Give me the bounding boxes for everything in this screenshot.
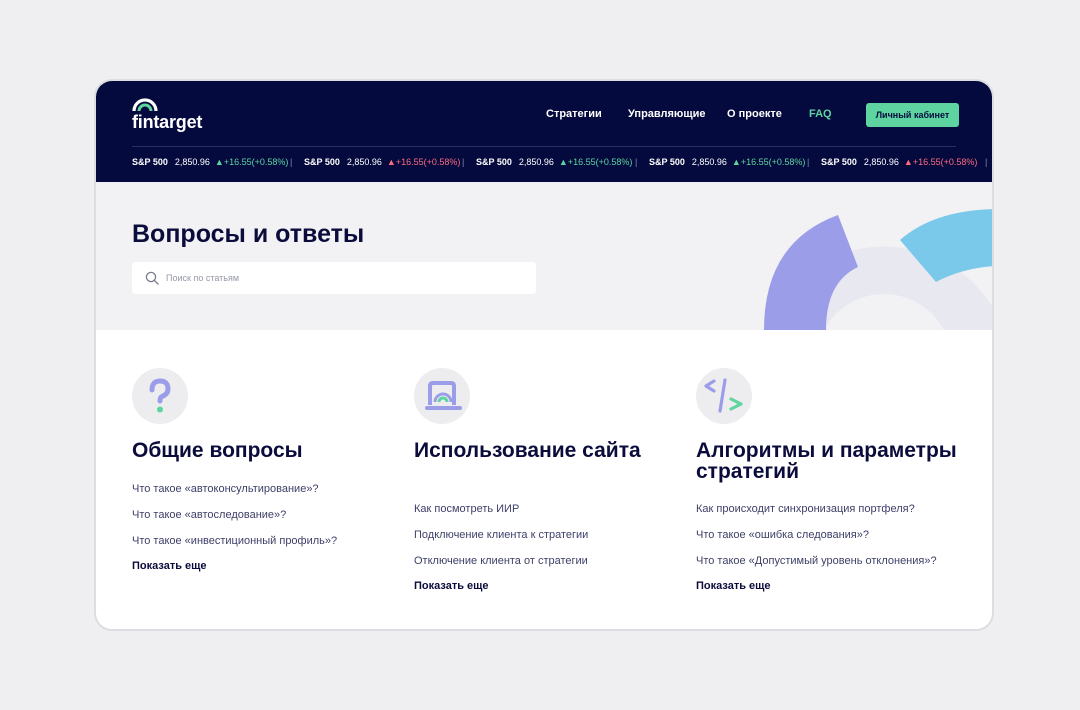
browser-window: fintarget Стратегии Управляющие О проект… — [94, 79, 994, 631]
ticker-item: | S&P 500 2,850.96 ▲+16.55(+0.58%) | — [807, 157, 988, 167]
category-links: Как происходит синхронизация портфеля? Ч… — [696, 502, 966, 592]
nav-faq[interactable]: FAQ — [809, 108, 832, 120]
category-links: Как посмотреть ИИР Подключение клиента к… — [414, 502, 684, 592]
category-links: Что такое «автоконсультирование»? Что та… — [132, 482, 402, 572]
search-icon — [145, 271, 159, 285]
question-icon — [149, 378, 171, 413]
faq-link[interactable]: Что такое «инвестиционный профиль»? — [132, 534, 402, 560]
logo-text: fintarget — [132, 112, 203, 132]
category-icon-circle — [696, 368, 752, 424]
category-icon-circle — [414, 368, 470, 424]
show-more-link[interactable]: Показать еще — [132, 560, 402, 572]
faq-link[interactable]: Подключение клиента к стратегии — [414, 528, 684, 554]
ticker-item: | S&P 500 2,850.96 ▲+16.55(+0.58%) — [290, 157, 461, 167]
ticker-separator: | — [290, 157, 293, 167]
nav-strategies[interactable]: Стратегии — [546, 108, 602, 120]
logo-arc-icon — [132, 98, 158, 111]
ticker-separator: | — [462, 157, 465, 167]
faq-link[interactable]: Что такое «автоконсультирование»? — [132, 482, 402, 508]
page-title: Вопросы и ответы — [132, 220, 365, 248]
code-icon — [704, 378, 743, 413]
category-title: Алгоритмы и параметры стратегий — [696, 439, 957, 483]
ticker-separator: | — [807, 157, 810, 167]
faq-link[interactable]: Как происходит синхронизация портфеля? — [696, 502, 966, 528]
ticker-item: | S&P 500 2,850.96 ▲+16.55(+0.58%) — [635, 157, 806, 167]
ticker-item: S&P 500 2,850.96 ▲+16.55(+0.58%) — [132, 157, 289, 167]
category-title: Общие вопросы — [132, 439, 303, 462]
search-input[interactable] — [166, 273, 526, 283]
faq-link[interactable]: Что такое «автоследование»? — [132, 508, 402, 534]
search-box[interactable] — [132, 262, 536, 294]
ticker-separator: | — [985, 157, 988, 167]
nav-managers[interactable]: Управляющие — [628, 108, 705, 120]
decorative-arcs-graphic — [764, 209, 992, 330]
faq-hero: Вопросы и ответы — [96, 182, 992, 330]
stock-ticker: S&P 500 2,850.96 ▲+16.55(+0.58%) | S&P 500… — [96, 157, 992, 171]
category-title: Использование сайта — [414, 439, 641, 462]
category-icon-circle — [132, 368, 188, 424]
header-divider — [132, 146, 956, 147]
ticker-separator: | — [635, 157, 638, 167]
ticker-item: | S&P 500 2,850.96 ▲+16.55(+0.58%) — [462, 157, 633, 167]
faq-link[interactable]: Как посмотреть ИИР — [414, 502, 684, 528]
laptop-icon — [425, 381, 462, 410]
personal-cabinet-button[interactable]: Личный кабинет — [866, 103, 959, 127]
faq-link[interactable]: Отключение клиента от стратегии — [414, 554, 684, 580]
nav-about[interactable]: О проекте — [727, 108, 782, 120]
show-more-link[interactable]: Показать еще — [696, 580, 966, 592]
faq-link[interactable]: Что такое «Допустимый уровень отклонения… — [696, 554, 966, 580]
faq-link[interactable]: Что такое «ошибка следования»? — [696, 528, 966, 554]
show-more-link[interactable]: Показать еще — [414, 580, 684, 592]
site-header: fintarget Стратегии Управляющие О проект… — [96, 81, 992, 182]
